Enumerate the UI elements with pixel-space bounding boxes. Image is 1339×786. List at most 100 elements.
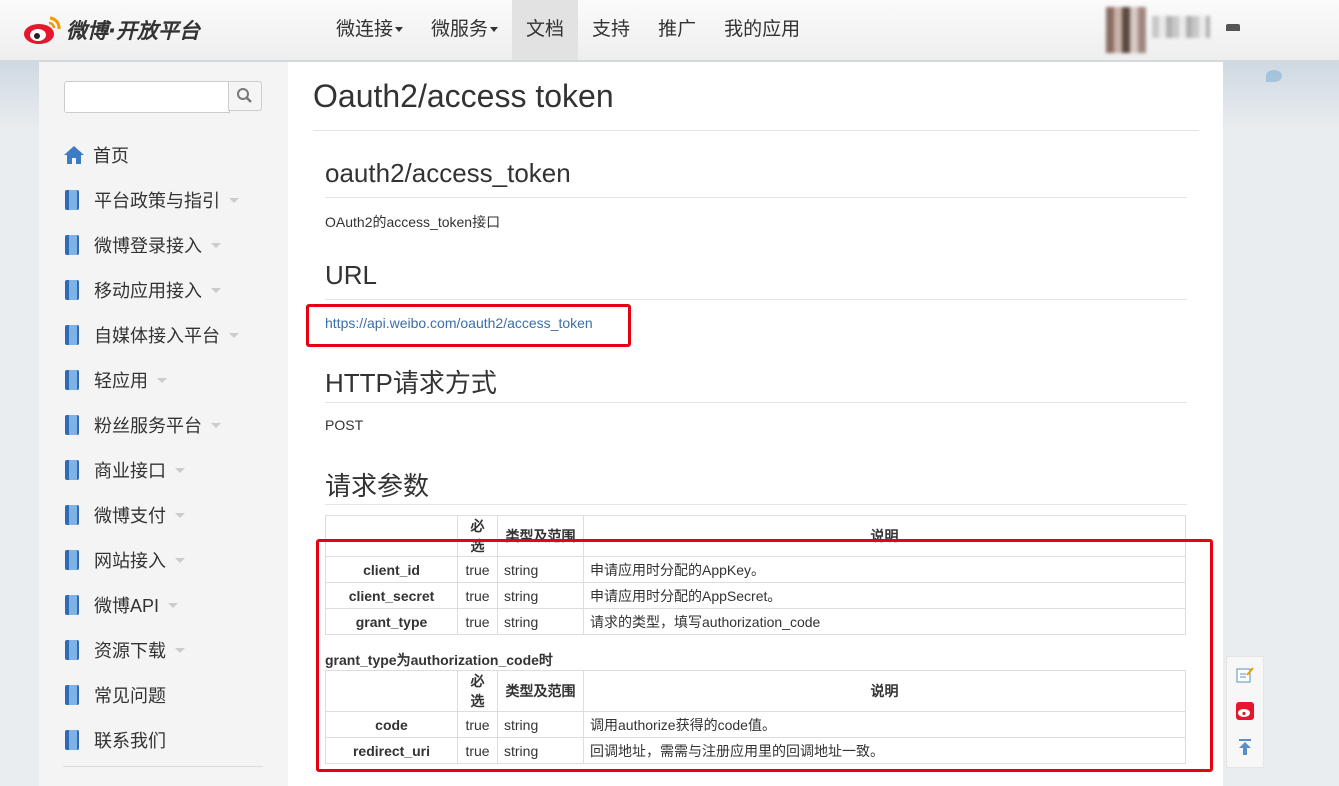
api-description: OAuth2的access_token接口 xyxy=(325,214,501,230)
book-icon xyxy=(65,459,79,480)
divider xyxy=(63,766,263,767)
book-icon xyxy=(65,639,79,660)
sidebar-item-label: 平台政策与指引 xyxy=(94,190,220,211)
main-content: Oauth2/access token oauth2/access_token … xyxy=(288,62,1223,786)
divider xyxy=(313,130,1199,131)
sidebar-item-label: 移动应用接入 xyxy=(94,280,202,301)
divider xyxy=(325,504,1187,505)
api-name-heading: oauth2/access_token xyxy=(325,158,571,188)
top-navbar: 微博·开放平台 微连接 微服务 文档 支持 推广 我的应用 xyxy=(0,0,1339,61)
sidebar-item[interactable]: 网站接入 xyxy=(63,537,239,582)
user-menu-icon[interactable] xyxy=(1226,24,1240,31)
sidebar-item[interactable]: 粉丝服务平台 xyxy=(63,402,239,447)
sidebar-item[interactable]: 首页 xyxy=(63,132,239,177)
sidebar-item-label: 常见问题 xyxy=(94,685,166,706)
chevron-down-icon xyxy=(490,27,499,33)
nav-label: 微服务 xyxy=(431,19,489,40)
chevron-down-icon xyxy=(395,27,404,33)
chevron-down-icon xyxy=(168,603,179,608)
logo-text: 微博·开放平台 xyxy=(66,19,200,43)
sidebar-item[interactable]: 微博登录接入 xyxy=(63,222,239,267)
nav-label: 支持 xyxy=(592,19,631,40)
url-heading: URL xyxy=(325,260,378,290)
bird-icon xyxy=(1266,70,1282,82)
highlight-box-params xyxy=(316,539,1213,772)
chevron-down-icon xyxy=(175,648,185,653)
divider xyxy=(325,402,1187,403)
divider xyxy=(325,197,1187,198)
sidebar-item-label: 微博API xyxy=(94,595,160,616)
sidebar-item[interactable]: 资源下载 xyxy=(63,627,239,672)
weibo-eye-icon xyxy=(22,14,62,46)
sidebar-item-label: 联系我们 xyxy=(94,730,166,751)
highlight-box-url xyxy=(306,304,631,347)
feedback-icon[interactable] xyxy=(1236,666,1254,684)
book-icon xyxy=(65,684,79,705)
book-icon xyxy=(65,549,79,570)
chevron-down-icon xyxy=(229,333,239,338)
nav-label: 文档 xyxy=(526,19,565,40)
nav-item-weilianjie[interactable]: 微连接 xyxy=(322,0,417,60)
chevron-down-icon xyxy=(175,558,185,563)
sidebar-item[interactable]: 自媒体接入平台 xyxy=(63,312,239,357)
book-icon xyxy=(65,234,79,255)
nav-label: 微连接 xyxy=(336,19,394,40)
sidebar-item-label: 商业接口 xyxy=(94,460,166,481)
sidebar-item[interactable]: 微博支付 xyxy=(63,492,239,537)
chevron-down-icon xyxy=(229,198,239,203)
sidebar-item-label: 轻应用 xyxy=(94,370,148,391)
chevron-down-icon xyxy=(175,468,185,473)
nav-item-docs[interactable]: 文档 xyxy=(512,0,579,60)
sidebar-item[interactable]: 移动应用接入 xyxy=(63,267,239,312)
nav-item-support[interactable]: 支持 xyxy=(578,0,644,60)
sidebar-menu: 首页平台政策与指引 微博登录接入 移动应用接入 自媒体接入平台 轻应用粉丝服务平台 商业接… xyxy=(63,132,239,762)
nav-item-promote[interactable]: 推广 xyxy=(644,0,710,60)
sidebar: 首页平台政策与指引 微博登录接入 移动应用接入 自媒体接入平台 轻应用粉丝服务平台 商业接… xyxy=(39,62,288,786)
weibo-logo[interactable]: 微博·开放平台 xyxy=(22,10,200,50)
sidebar-item-label: 自媒体接入平台 xyxy=(94,325,220,346)
main-nav: 微连接 微服务 文档 支持 推广 我的应用 xyxy=(322,0,814,60)
avatar[interactable] xyxy=(1106,7,1146,53)
sidebar-item-label: 资源下载 xyxy=(94,640,166,661)
nav-item-my-apps[interactable]: 我的应用 xyxy=(710,0,814,60)
sidebar-item-label: 微博登录接入 xyxy=(94,235,202,256)
nav-item-weifuwu[interactable]: 微服务 xyxy=(417,0,512,60)
http-method: POST xyxy=(325,417,364,433)
chevron-down-icon xyxy=(211,288,221,293)
sidebar-item[interactable]: 常见问题 xyxy=(63,672,239,717)
weibo-share-icon[interactable] xyxy=(1236,702,1254,720)
sidebar-item-label: 网站接入 xyxy=(94,550,166,571)
book-icon xyxy=(65,729,79,750)
sidebar-item[interactable]: 商业接口 xyxy=(63,447,239,492)
floating-toolbar xyxy=(1226,656,1264,768)
sidebar-item[interactable]: 轻应用 xyxy=(63,357,239,402)
params-heading: 请求参数 xyxy=(325,471,430,501)
sidebar-item-label: 微博支付 xyxy=(94,505,166,526)
book-icon xyxy=(65,369,79,390)
method-heading: HTTP请求方式 xyxy=(325,368,497,398)
chevron-down-icon xyxy=(211,423,221,428)
divider xyxy=(325,299,1187,300)
back-to-top-icon[interactable] xyxy=(1236,738,1254,756)
book-icon xyxy=(65,189,79,210)
sidebar-item-label: 粉丝服务平台 xyxy=(94,415,202,436)
book-icon xyxy=(65,324,79,345)
search-input[interactable] xyxy=(64,81,230,113)
sidebar-item[interactable]: 平台政策与指引 xyxy=(63,177,239,222)
book-icon xyxy=(65,594,79,615)
search-button[interactable] xyxy=(228,81,262,111)
book-icon xyxy=(65,504,79,525)
home-icon xyxy=(63,145,85,165)
sidebar-item[interactable]: 微博API xyxy=(63,582,239,627)
chevron-down-icon xyxy=(157,378,167,383)
book-icon xyxy=(65,414,79,435)
book-icon xyxy=(65,279,79,300)
sidebar-item-label: 首页 xyxy=(93,145,129,166)
page-title: Oauth2/access token xyxy=(313,78,614,114)
username-blurred[interactable] xyxy=(1152,16,1210,38)
chevron-down-icon xyxy=(211,243,221,248)
sidebar-item[interactable]: 联系我们 xyxy=(63,717,239,762)
search-icon xyxy=(237,88,252,103)
chevron-down-icon xyxy=(175,513,185,518)
nav-label: 推广 xyxy=(658,19,697,40)
